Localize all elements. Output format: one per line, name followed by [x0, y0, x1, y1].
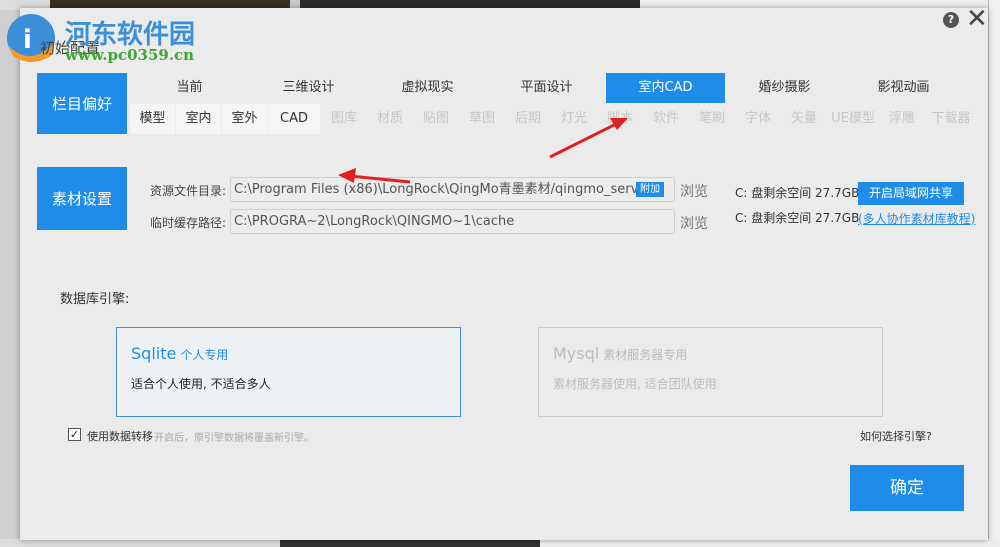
disk-space-2: C: 盘剩余空间 27.7GB	[735, 211, 860, 225]
category-tab[interactable]: 当前	[130, 73, 249, 103]
subcategory-tab[interactable]: 笔刷	[689, 104, 735, 134]
sqlite-option[interactable]: Sqlite 个人专用 适合个人使用, 不适合多人	[116, 327, 461, 417]
resource-dir-label: 资源文件目录:	[149, 184, 226, 198]
subcategory-tab[interactable]: 矢量	[781, 104, 827, 134]
svg-text:i: i	[23, 25, 32, 55]
confirm-button[interactable]: 确定	[850, 465, 964, 511]
subcategory-tab[interactable]: 材质	[367, 104, 413, 134]
migrate-hint: 开启后，原引擎数据将覆盖新引擎。	[154, 433, 314, 444]
subcategory-tab[interactable]: 贴图	[413, 104, 459, 134]
sqlite-name: Sqlite	[131, 344, 177, 363]
category-tab[interactable]: 平面设计	[487, 73, 606, 103]
subcategory-tab[interactable]: 字体	[735, 104, 781, 134]
category-tab[interactable]: 室内CAD	[606, 73, 725, 103]
how-to-choose-link[interactable]: 如何选择引擎?	[860, 428, 932, 444]
subcategory-tab[interactable]: 后期	[505, 104, 551, 134]
mysql-option[interactable]: Mysql 素材服务器专用 素材服务器使用, 适合团队使用	[538, 327, 883, 417]
cache-path-label: 临时缓存路径:	[149, 216, 226, 230]
category-tab[interactable]: 婚纱摄影	[725, 73, 844, 103]
subcategory-tab[interactable]: CAD	[268, 104, 320, 134]
mysql-tag: 素材服务器专用	[603, 348, 688, 362]
cache-path-input[interactable]: C:\PROGRA~2\LongRock\QINGMO~1\cache	[230, 209, 675, 234]
mysql-desc: 素材服务器使用, 适合团队使用	[553, 377, 717, 391]
sqlite-tag: 个人专用	[180, 348, 229, 362]
subcategory-tab[interactable]: 室内	[176, 104, 221, 134]
category-tab[interactable]: 虚拟现实	[368, 73, 487, 103]
lan-share-button[interactable]: 开启局域网共享	[858, 182, 964, 205]
tutorial-link[interactable]: (多人协作素材库教程)	[858, 210, 975, 227]
browse-resource-button[interactable]: 浏览	[680, 181, 708, 201]
subcategory-tab[interactable]: 软件	[643, 104, 689, 134]
attach-button[interactable]: 附加	[636, 182, 664, 197]
background-window-strip-bottom	[0, 539, 1000, 547]
migrate-checkbox[interactable]: ✓	[68, 428, 81, 441]
category-tabs: 当前 三维设计 虚拟现实 平面设计 室内CAD 婚纱摄影 影视动画	[130, 73, 963, 103]
subcategory-tab[interactable]: 室外	[222, 104, 267, 134]
resource-dir-input[interactable]: C:\Program Files (x86)\LongRock\QingMo青墨…	[230, 177, 675, 202]
watermark-url: www.pc0359.cn	[65, 46, 195, 64]
db-engine-label: 数据库引擎:	[60, 292, 130, 307]
migrate-label: 使用数据转移	[87, 430, 153, 443]
subcategory-tab[interactable]: 模型	[130, 104, 175, 134]
help-icon[interactable]: ?	[943, 12, 959, 28]
background-window-edge	[988, 0, 1000, 547]
subcategory-tab[interactable]: 图库	[321, 104, 367, 134]
subcategory-tab[interactable]: UE模型	[827, 104, 879, 134]
mysql-name: Mysql	[553, 344, 600, 363]
subcategory-tab[interactable]: 灯光	[551, 104, 597, 134]
browse-cache-button[interactable]: 浏览	[680, 213, 708, 233]
close-icon[interactable]: ✕	[966, 6, 988, 32]
subcategory-tab[interactable]: 浮雕	[879, 104, 925, 134]
column-pref-section: 栏目偏好	[37, 73, 127, 134]
category-tab[interactable]: 影视动画	[844, 73, 963, 103]
subcategory-tab[interactable]: 草图	[459, 104, 505, 134]
disk-space-1: C: 盘剩余空间 27.7GB	[735, 186, 860, 200]
category-tab[interactable]: 三维设计	[249, 73, 368, 103]
sqlite-desc: 适合个人使用, 不适合多人	[131, 377, 271, 391]
subcategory-tab[interactable]: 脚本	[597, 104, 643, 134]
resource-dir-value: C:\Program Files (x86)\LongRock\QingMo青墨…	[234, 182, 657, 197]
material-settings-section: 素材设置	[37, 167, 127, 230]
subcategory-tabs: 模型 室内 室外 CAD 图库 材质 贴图 草图 后期 灯光 脚本 软件 笔刷 字体 矢量 UE模型 浮雕 下载器	[130, 104, 977, 134]
subcategory-tab[interactable]: 下载器	[925, 104, 977, 134]
